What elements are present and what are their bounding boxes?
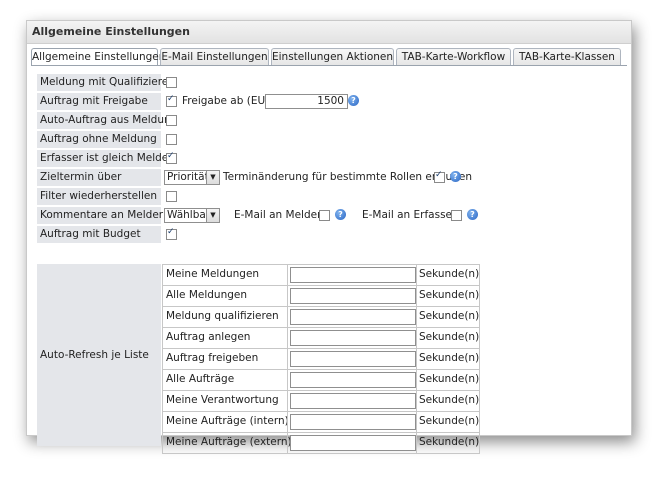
unit-label: Sekunde(n) [419,394,480,406]
checkbox-email-erfasser[interactable] [451,210,462,221]
list-name: Meine Aufträge (extern) [166,436,292,448]
label-email-melder: E-Mail an Melder [234,209,322,221]
list-name: Meldung qualifizieren [166,310,279,322]
refresh-seconds-input[interactable] [290,351,416,367]
row-auftrag-ohne-meldung: Auftrag ohne Meldung [37,131,597,148]
row-kommentare: Kommentare an Melder Wählbar ▼ E-Mail an… [37,207,597,224]
refresh-seconds-input[interactable] [290,435,416,451]
tab-allgemeine-einstellungen[interactable]: Allgemeine Einstellungen [31,48,165,66]
settings-panel: Allgemeine Einstellungen Allgemeine Eins… [26,20,632,454]
tab-einstellungen-aktionen[interactable]: Einstellungen Aktionen [271,48,394,65]
table-row: Auftrag anlegen Sekunde(n) [163,328,479,349]
zieltermin-select-value: Priorität [167,171,209,183]
label-kommentare: Kommentare an Melder [37,207,163,224]
row-auto-auftrag: Auto-Auftrag aus Meldung [37,112,597,129]
help-icon[interactable]: ? [348,95,359,106]
table-row: Meine Aufträge (extern) Sekunde(n) [163,433,479,453]
table-row: Alle Meldungen Sekunde(n) [163,286,479,307]
label-email-erfasser: E-Mail an Erfasser [362,209,457,221]
checkbox-filter[interactable] [166,191,177,202]
table-row: Auftrag freigeben Sekunde(n) [163,349,479,370]
checkbox-erfasser-melder[interactable] [166,151,177,164]
label-filter: Filter wiederherstellen [37,188,161,205]
checkbox-email-melder[interactable] [319,210,330,221]
label-meldung-qualifizieren: Meldung mit Qualifizieren [37,74,175,91]
refresh-seconds-input[interactable] [290,393,416,409]
label-auftrag-freigabe: Auftrag mit Freigabe [37,93,161,110]
row-zieltermin: Zieltermin über Priorität ▼ Terminänderu… [37,169,597,186]
zieltermin-select[interactable]: Priorität ▼ [164,170,220,185]
table-row: Meldung qualifizieren Sekunde(n) [163,307,479,328]
list-name: Auftrag anlegen [166,331,251,343]
unit-label: Sekunde(n) [419,373,480,385]
list-name: Auftrag freigeben [166,352,259,364]
table-row: Alle Aufträge Sekunde(n) [163,370,479,391]
tab-email-einstellungen[interactable]: E-Mail Einstellungen [160,48,269,65]
panel-title: Allgemeine Einstellungen [27,21,631,44]
auto-refresh-table: Meine Meldungen Sekunde(n) Alle Meldunge… [162,264,480,454]
tab-tab-karte-klassen[interactable]: TAB-Karte-Klassen [513,48,621,65]
tab-divider [31,65,627,66]
list-name: Meine Aufträge (intern) [166,415,289,427]
chevron-down-icon[interactable]: ▼ [206,209,219,222]
checkbox-auto-auftrag[interactable] [166,115,177,126]
label-auto-refresh: Auto-Refresh je Liste [37,264,161,446]
help-icon[interactable]: ? [450,171,461,182]
list-name: Alle Meldungen [166,289,248,301]
checkbox-terminaenderung[interactable] [434,170,445,183]
row-meldung-qualifizieren: Meldung mit Qualifizieren [37,74,597,91]
unit-label: Sekunde(n) [419,352,480,364]
refresh-seconds-input[interactable] [290,309,416,325]
unit-label: Sekunde(n) [419,331,480,343]
unit-label: Sekunde(n) [419,415,480,427]
unit-label: Sekunde(n) [419,436,480,448]
kommentare-select[interactable]: Wählbar ▼ [164,208,220,223]
checkbox-meldung-qualifizieren[interactable] [166,77,177,88]
checkbox-auftrag-ohne-meldung[interactable] [166,134,177,145]
row-filter: Filter wiederherstellen [37,188,597,205]
row-erfasser-melder: Erfasser ist gleich Melder [37,150,597,167]
row-budget: Auftrag mit Budget [37,226,597,243]
checkbox-budget[interactable] [166,227,177,240]
list-name: Alle Aufträge [166,373,235,385]
label-auto-auftrag: Auto-Auftrag aus Meldung [37,112,177,129]
refresh-seconds-input[interactable] [290,288,416,304]
refresh-seconds-input[interactable] [290,414,416,430]
label-zieltermin: Zieltermin über [37,169,161,186]
list-name: Meine Meldungen [166,268,260,280]
label-erfasser-melder: Erfasser ist gleich Melder [37,150,173,167]
kommentare-select-value: Wählbar [167,209,211,221]
freigabe-amount-input[interactable]: 1500 [265,94,348,109]
label-auftrag-ohne-meldung: Auftrag ohne Meldung [37,131,161,148]
label-budget: Auftrag mit Budget [37,226,161,243]
table-row: Meine Verantwortung Sekunde(n) [163,391,479,412]
help-icon[interactable]: ? [467,209,478,220]
table-row: Meine Meldungen Sekunde(n) [163,265,479,286]
refresh-seconds-input[interactable] [290,330,416,346]
checkbox-auftrag-freigabe[interactable] [166,94,177,107]
list-name: Meine Verantwortung [166,394,279,406]
table-row: Meine Aufträge (intern) Sekunde(n) [163,412,479,433]
row-auftrag-freigabe: Auftrag mit Freigabe Freigabe ab (EUR) 1… [37,93,597,110]
refresh-seconds-input[interactable] [290,372,416,388]
help-icon[interactable]: ? [335,209,346,220]
unit-label: Sekunde(n) [419,268,480,280]
refresh-seconds-input[interactable] [290,267,416,283]
label-freigabe-ab: Freigabe ab (EUR) [182,95,277,107]
unit-label: Sekunde(n) [419,310,480,322]
chevron-down-icon[interactable]: ▼ [206,171,219,184]
tab-tab-karte-workflow[interactable]: TAB-Karte-Workflow [396,48,511,65]
unit-label: Sekunde(n) [419,289,480,301]
